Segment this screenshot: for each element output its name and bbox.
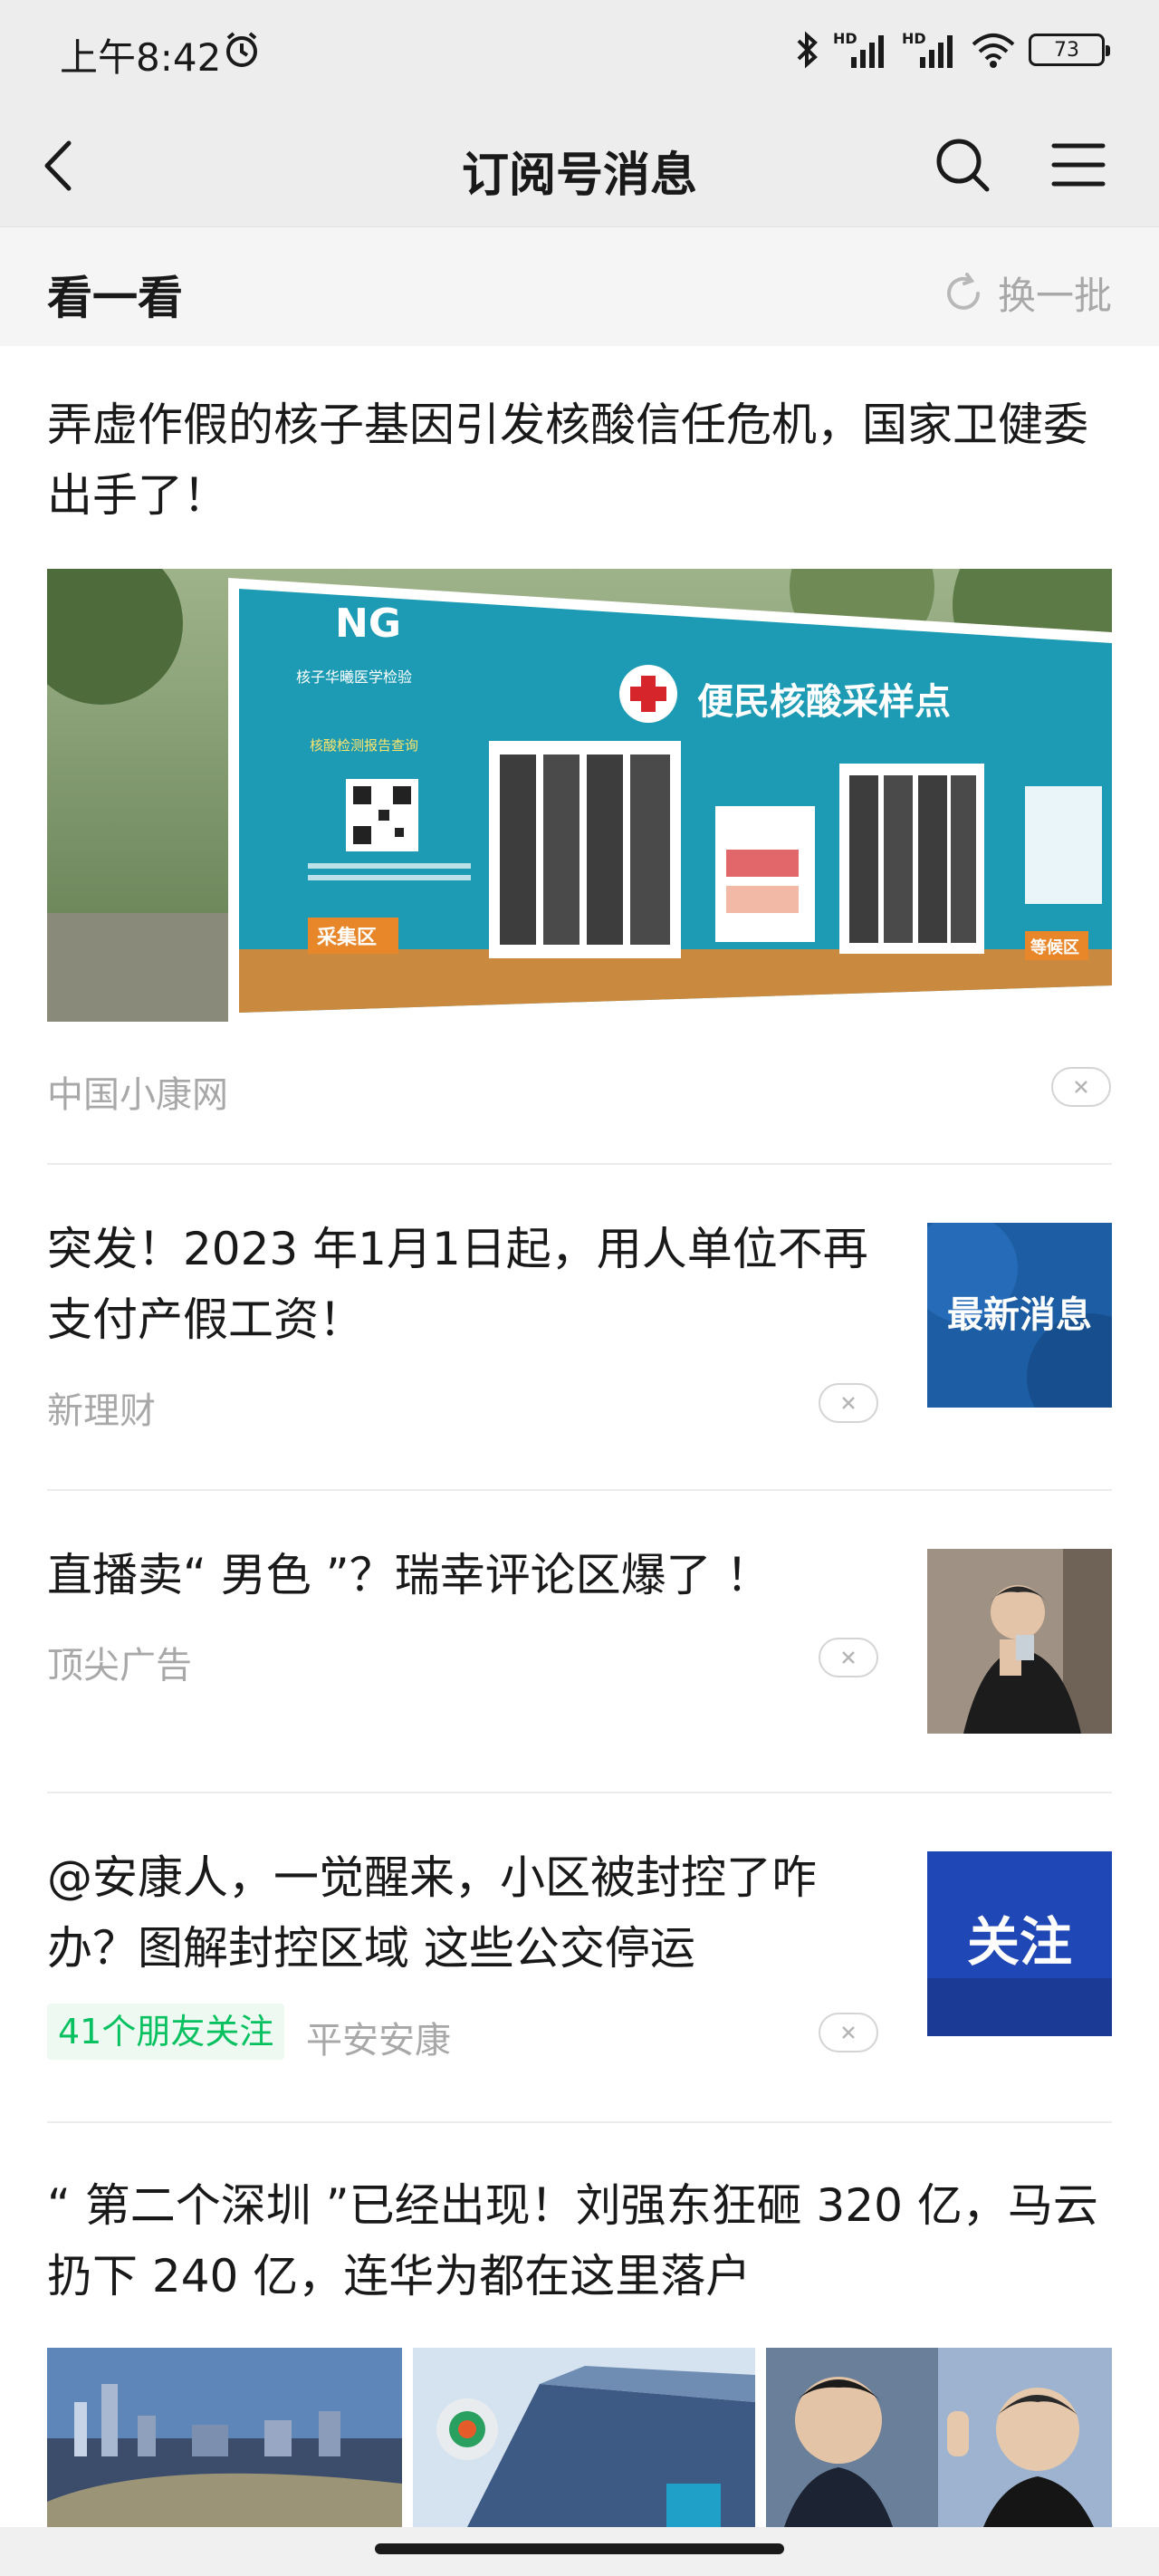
article-title[interactable]: 突发！2023 年1月1日起，用人单位不再支付产假工资！ — [47, 1214, 889, 1355]
battery-indicator: 73 — [1029, 34, 1110, 66]
image-org: 核子华曦医学检验 — [296, 668, 412, 686]
article-source[interactable]: 新理财 — [47, 1381, 156, 1434]
article-thumbnail[interactable] — [927, 1549, 1112, 1734]
hd-label-2: HD — [902, 30, 926, 47]
search-icon[interactable] — [933, 135, 992, 195]
signal-1-icon: HD — [833, 30, 889, 70]
home-indicator[interactable] — [375, 2543, 784, 2554]
close-icon — [842, 1651, 855, 1664]
bluetooth-icon — [797, 31, 818, 69]
article-card-1[interactable]: 弄虚作假的核子基因引发核酸信任危机，国家卫健委出手了！ — [47, 389, 1112, 531]
article-image[interactable]: NG 核子华曦医学检验 便民核酸采样点 核酸检测报告查询 采集区 等候区 — [47, 569, 1112, 1022]
image-sign-text: 便民核酸采样点 — [697, 681, 951, 723]
article-title[interactable]: @安康人，一觉醒来，小区被封控了咋办？图解封控区域 这些公交停运 — [47, 1842, 889, 1984]
dismiss-button[interactable] — [1051, 1067, 1111, 1107]
article-image-2[interactable] — [413, 2348, 755, 2527]
refresh-button[interactable]: 换一批 — [942, 265, 1112, 321]
article-title[interactable]: 弄虚作假的核子基因引发核酸信任危机，国家卫健委出手了！ — [47, 389, 1112, 531]
image-zone-right: 等候区 — [1030, 937, 1079, 957]
article-image-3[interactable] — [766, 2348, 1112, 2527]
battery-level: 73 — [1054, 38, 1079, 62]
section-header: 看一看 换一批 — [0, 226, 1159, 346]
article-thumbnail[interactable]: 最新消息 — [927, 1223, 1112, 1408]
article-thumbnail[interactable]: 关注 — [927, 1851, 1112, 2036]
article-source[interactable]: 顶尖广告 — [47, 1636, 192, 1688]
close-icon — [842, 2026, 855, 2039]
article-source[interactable]: 中国小康网 — [47, 1065, 228, 1118]
divider — [47, 1489, 1112, 1491]
status-time: 上午8:42 — [60, 35, 222, 80]
article-title[interactable]: 直播卖“ 男色 ”？瑞幸评论区爆了 ！ — [47, 1540, 889, 1610]
divider — [47, 1163, 1112, 1165]
menu-icon[interactable] — [1050, 135, 1106, 195]
image-logo: NG — [335, 601, 401, 647]
section-title: 看一看 — [47, 272, 183, 324]
close-icon — [1075, 1081, 1087, 1093]
dismiss-button[interactable] — [819, 1638, 878, 1677]
signal-2-icon: HD — [902, 30, 958, 70]
dismiss-button[interactable] — [819, 1383, 878, 1423]
divider — [47, 1792, 1112, 1793]
article-card-5[interactable]: “ 第二个深圳 ”已经出现！刘强东狂砸 320 亿，马云扔下 240 亿，连华为… — [47, 2170, 1112, 2312]
status-icons: HD HD 73 — [793, 27, 1110, 72]
nav-bar: 订阅号消息 — [0, 104, 1159, 226]
article-image-1[interactable] — [47, 2348, 402, 2527]
article-source[interactable]: 平安安康 — [306, 2011, 451, 2063]
dismiss-button[interactable] — [819, 2013, 878, 2052]
refresh-label: 换一批 — [997, 274, 1112, 318]
close-icon — [842, 1397, 855, 1409]
status-bar: 上午8:42 HD HD 73 — [0, 0, 1159, 104]
alarm-icon — [226, 32, 257, 67]
friends-follow-badge: 41个朋友关注 — [47, 2004, 285, 2060]
refresh-icon — [947, 272, 980, 310]
thumbnail-text: 关注 — [967, 1911, 1072, 1973]
thumbnail-text: 最新消息 — [947, 1294, 1092, 1336]
wifi-icon — [972, 34, 1015, 68]
image-report: 核酸检测报告查询 — [310, 737, 418, 754]
hd-label-1: HD — [833, 30, 857, 47]
image-zone-left: 采集区 — [317, 926, 377, 949]
article-title[interactable]: “ 第二个深圳 ”已经出现！刘强东狂砸 320 亿，马云扔下 240 亿，连华为… — [47, 2170, 1112, 2312]
divider — [47, 2121, 1112, 2123]
